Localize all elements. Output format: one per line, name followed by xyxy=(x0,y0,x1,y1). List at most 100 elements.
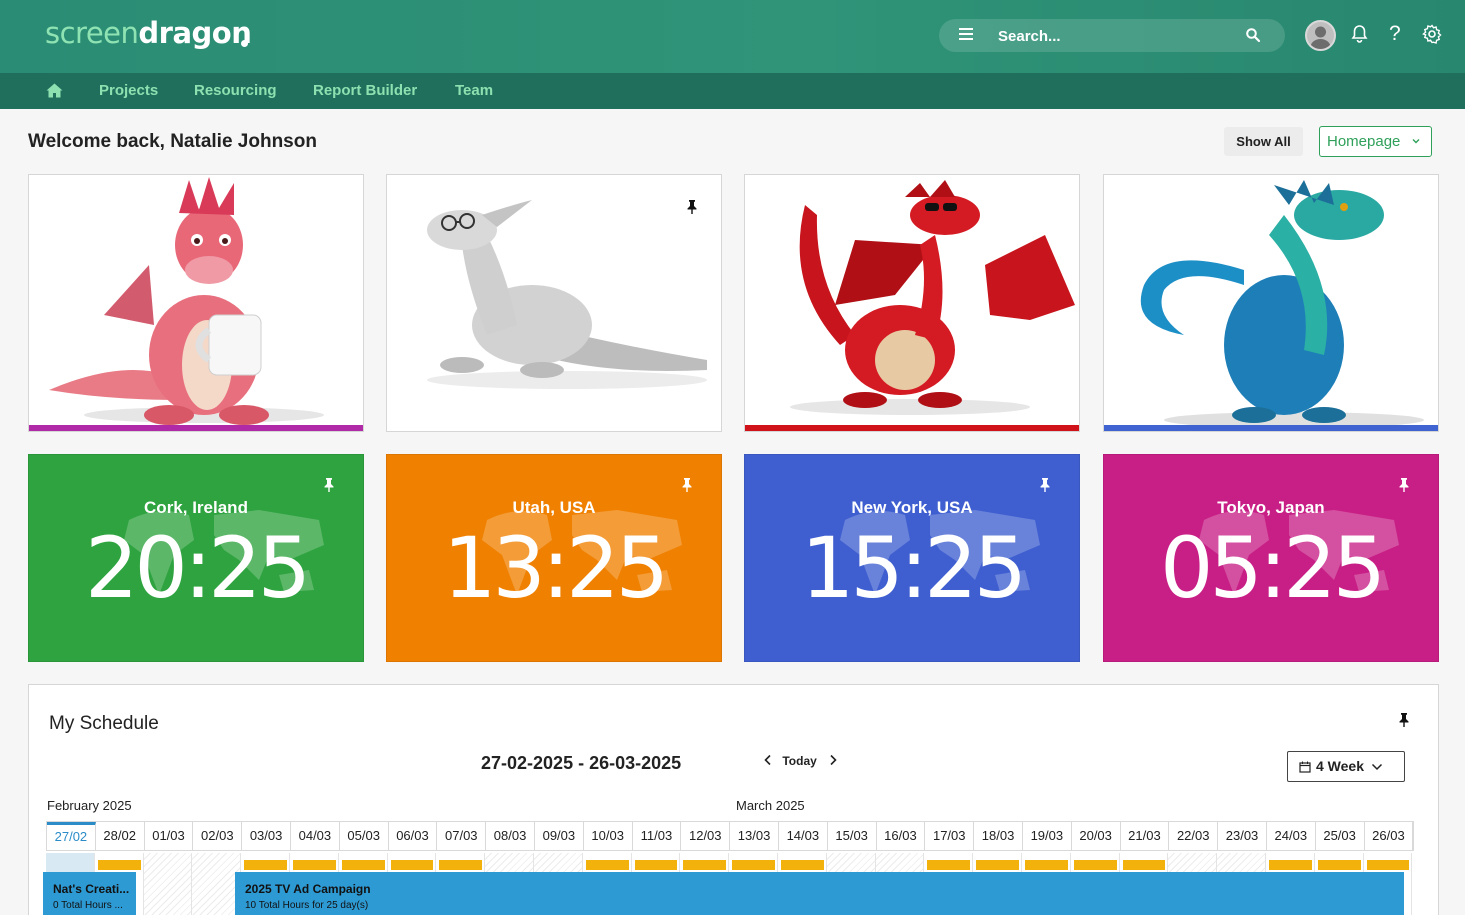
nav-team[interactable]: Team xyxy=(455,82,493,99)
task-bar[interactable]: Nat's Creati... 0 Total Hours ... xyxy=(43,872,136,915)
search-icon[interactable] xyxy=(1245,27,1261,43)
accent-bar xyxy=(745,425,1079,431)
bell-icon[interactable] xyxy=(1351,24,1368,44)
today-button[interactable]: Today xyxy=(782,754,816,768)
task-name: Nat's Creati... xyxy=(53,882,130,896)
clock-card-tokyo[interactable]: Tokyo, Japan 05:25 xyxy=(1103,454,1439,662)
day-column xyxy=(192,853,242,915)
pin-icon[interactable] xyxy=(324,478,334,492)
homepage-dropdown[interactable]: Homepage xyxy=(1319,126,1432,157)
date-cell[interactable]: 21/03 xyxy=(1121,822,1170,850)
clock-card-utah[interactable]: Utah, USA 13:25 xyxy=(386,454,722,662)
date-cell[interactable]: 07/03 xyxy=(437,822,487,850)
nav-report-builder[interactable]: Report Builder xyxy=(313,82,417,99)
avatar[interactable] xyxy=(1305,20,1336,51)
date-cell[interactable]: 12/03 xyxy=(681,822,731,850)
date-range: 27-02-2025 - 26-03-2025 xyxy=(481,753,682,773)
chevron-left-icon[interactable] xyxy=(763,754,773,766)
accent-bar xyxy=(1104,425,1438,431)
pink-dragon-image xyxy=(49,177,324,425)
date-cell[interactable]: 09/03 xyxy=(535,822,584,850)
date-cell[interactable]: 14/03 xyxy=(779,822,828,850)
clock-city: Cork, Ireland xyxy=(144,498,248,517)
pin-icon[interactable] xyxy=(1399,713,1409,727)
availability-bar xyxy=(927,860,971,870)
help-icon[interactable]: ? xyxy=(1389,22,1401,46)
task-name: 2025 TV Ad Campaign xyxy=(245,882,371,896)
logo-text-part1: screen xyxy=(45,16,139,50)
pin-icon[interactable] xyxy=(682,478,692,492)
clock-card-new-york[interactable]: New York, USA 15:25 xyxy=(744,454,1080,662)
chevron-down-icon xyxy=(1412,139,1420,144)
nav-projects[interactable]: Projects xyxy=(99,82,158,99)
homepage-dropdown-label: Homepage xyxy=(1327,133,1401,150)
dragon-card-red[interactable] xyxy=(744,174,1080,432)
search-bar[interactable]: Search... xyxy=(939,19,1285,52)
date-cell[interactable]: 20/03 xyxy=(1072,822,1121,850)
date-cell[interactable]: 13/03 xyxy=(730,822,779,850)
clock-card-cork[interactable]: Cork, Ireland 20:25 xyxy=(28,454,364,662)
nav-resourcing[interactable]: Resourcing xyxy=(194,82,277,99)
pin-icon[interactable] xyxy=(1399,478,1409,492)
month-label: March 2025 xyxy=(736,798,805,813)
date-navigator: Today xyxy=(763,754,838,768)
page-title: Welcome back, Natalie Johnson xyxy=(28,131,317,152)
clock-city: Utah, USA xyxy=(512,498,596,517)
availability-bar xyxy=(781,860,824,870)
availability-bar xyxy=(1122,860,1166,870)
date-cell[interactable]: 25/03 xyxy=(1316,822,1365,850)
availability-bar xyxy=(341,860,385,870)
pin-icon[interactable] xyxy=(687,200,697,214)
date-cell[interactable]: 23/03 xyxy=(1218,822,1267,850)
date-cell[interactable]: 10/03 xyxy=(584,822,633,850)
clock-city: New York, USA xyxy=(851,498,973,517)
date-cell[interactable]: 26/03 xyxy=(1365,822,1414,850)
date-cell[interactable]: 17/03 xyxy=(925,822,975,850)
clock-time: 13:25 xyxy=(442,519,669,617)
date-cell[interactable]: 27/02 xyxy=(47,822,96,850)
date-cell[interactable]: 03/03 xyxy=(242,822,291,850)
availability-bar xyxy=(683,860,727,870)
date-cell[interactable]: 18/03 xyxy=(974,822,1023,850)
search-input[interactable]: Search... xyxy=(998,28,1061,45)
white-dragon-image xyxy=(427,200,707,389)
menu-icon[interactable] xyxy=(959,28,973,42)
date-cell[interactable]: 19/03 xyxy=(1023,822,1072,850)
view-selector[interactable]: 4 Week xyxy=(1287,751,1405,782)
date-cell[interactable]: 24/03 xyxy=(1267,822,1316,850)
logo-text-part2: dragon xyxy=(138,16,252,50)
calendar-icon xyxy=(1299,761,1311,773)
date-cell[interactable]: 04/03 xyxy=(291,822,340,850)
schedule-title: My Schedule xyxy=(49,713,159,734)
date-cell[interactable]: 01/03 xyxy=(145,822,194,850)
date-cell[interactable]: 22/03 xyxy=(1169,822,1219,850)
red-dragon-image xyxy=(790,180,1075,415)
date-cell[interactable]: 28/02 xyxy=(96,822,145,850)
task-hours: 10 Total Hours for 25 day(s) xyxy=(245,900,369,911)
logo[interactable]: screendragon xyxy=(45,16,252,50)
date-cell[interactable]: 08/03 xyxy=(486,822,535,850)
date-cell[interactable]: 11/03 xyxy=(633,822,682,850)
date-cell[interactable]: 02/03 xyxy=(193,822,243,850)
availability-bar xyxy=(1073,860,1117,870)
schedule-panel: My Schedule 27-02-2025 - 26-03-2025 Toda… xyxy=(28,684,1439,915)
date-cell[interactable]: 06/03 xyxy=(389,822,438,850)
blue-dragon-image xyxy=(1140,180,1424,427)
chevron-right-icon[interactable] xyxy=(828,754,838,766)
dragon-card-pink[interactable] xyxy=(28,174,364,432)
date-cell[interactable]: 15/03 xyxy=(828,822,877,850)
chevron-down-icon xyxy=(1371,763,1383,771)
availability-bar xyxy=(244,860,287,870)
clock-time: 15:25 xyxy=(800,519,1027,617)
home-icon[interactable] xyxy=(46,83,63,98)
availability-bar xyxy=(732,860,775,870)
show-all-button[interactable]: Show All xyxy=(1224,127,1303,156)
availability-bar xyxy=(1317,860,1361,870)
date-cell[interactable]: 05/03 xyxy=(340,822,389,850)
dragon-card-blue[interactable] xyxy=(1103,174,1439,432)
pin-icon[interactable] xyxy=(1040,478,1050,492)
gear-icon[interactable] xyxy=(1422,24,1442,44)
task-bar[interactable]: 2025 TV Ad Campaign 10 Total Hours for 2… xyxy=(235,872,1404,915)
dragon-card-white[interactable] xyxy=(386,174,722,432)
date-cell[interactable]: 16/03 xyxy=(877,822,926,850)
